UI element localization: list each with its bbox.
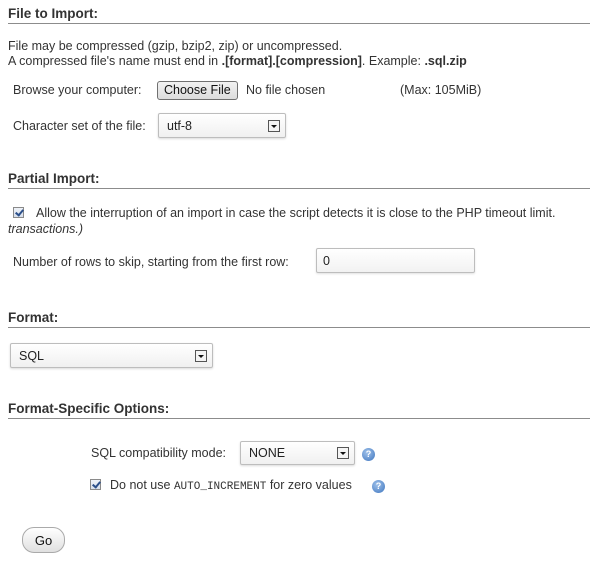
chevron-down-icon — [337, 447, 349, 459]
charset-select-value: utf-8 — [167, 118, 193, 133]
format-select-value: SQL — [19, 348, 45, 363]
skip-rows-label: Number of rows to skip, starting from th… — [13, 255, 289, 269]
choose-file-button[interactable]: Choose File — [157, 81, 238, 100]
charset-label: Character set of the file: — [13, 119, 146, 133]
sql-compat-label: SQL compatibility mode: — [91, 446, 227, 460]
charset-select[interactable]: utf-8 — [158, 113, 286, 138]
compression-rule-prefix: A compressed file's name must end in — [8, 54, 222, 68]
no-auto-increment-prefix: Do not use — [110, 478, 174, 492]
max-upload-size: (Max: 105MiB) — [400, 83, 482, 97]
compression-rule-mid: . Example: — [361, 54, 425, 68]
no-file-chosen-text: No file chosen — [246, 83, 326, 97]
no-auto-increment-checkbox[interactable] — [90, 479, 101, 490]
format-heading: Format: — [8, 310, 590, 328]
chevron-down-icon — [195, 349, 207, 362]
no-auto-increment-suffix: for zero values — [266, 478, 352, 492]
go-button[interactable]: Go — [22, 527, 65, 553]
skip-rows-input[interactable] — [316, 248, 475, 273]
allow-interrupt-note: transactions.) — [8, 222, 84, 236]
compression-rule-format: .[format].[compression] — [221, 54, 362, 68]
help-icon[interactable]: ? — [372, 480, 385, 493]
browse-label: Browse your computer: — [13, 83, 142, 97]
help-icon[interactable]: ? — [362, 448, 375, 461]
format-options-heading: Format-Specific Options: — [8, 401, 590, 419]
sql-compat-select[interactable]: NONE — [240, 441, 355, 465]
no-auto-increment-label: Do not use AUTO_INCREMENT for zero value… — [110, 478, 352, 493]
file-to-import-heading: File to Import: — [8, 6, 590, 24]
compression-rule-example: .sql.zip — [424, 54, 467, 68]
allow-interrupt-checkbox[interactable] — [13, 207, 24, 218]
sql-compat-select-value: NONE — [249, 446, 286, 460]
compression-rule: A compressed file's name must end in .[f… — [8, 54, 467, 68]
compression-note: File may be compressed (gzip, bzip2, zip… — [8, 39, 343, 53]
allow-interrupt-label: Allow the interruption of an import in c… — [36, 206, 556, 220]
chevron-down-icon — [268, 119, 280, 132]
auto-increment-code: AUTO_INCREMENT — [173, 481, 267, 493]
partial-import-heading: Partial Import: — [8, 171, 590, 189]
format-select[interactable]: SQL — [10, 343, 213, 368]
